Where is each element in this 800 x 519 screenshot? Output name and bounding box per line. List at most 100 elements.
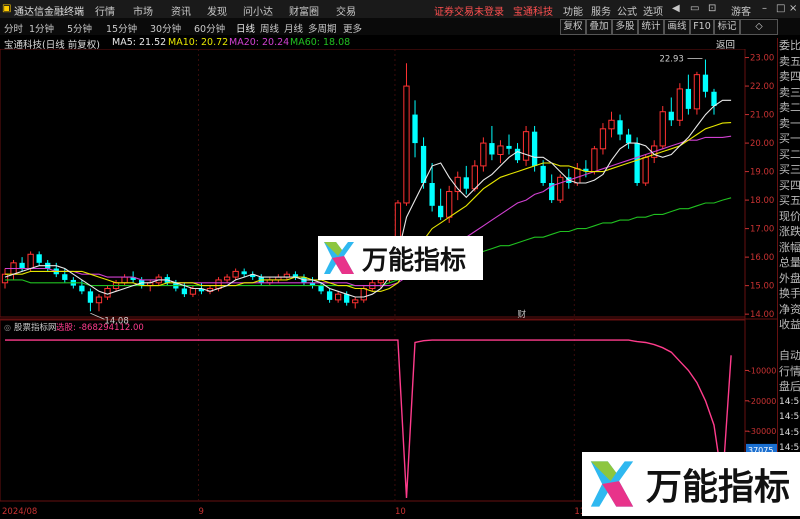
price-axis-label: 17.00 (750, 225, 774, 235)
period-monthly[interactable]: 月线 (284, 21, 303, 35)
side-panel-item[interactable]: 卖三 (778, 85, 800, 101)
side-panel-item[interactable]: 14:56 (778, 395, 800, 411)
watermark-text: 万能指标 (362, 245, 467, 276)
period-more[interactable]: 更多 (343, 21, 362, 35)
period-weekly[interactable]: 周线 (260, 21, 279, 35)
side-panel-item[interactable]: 买一 (778, 131, 800, 147)
menu-ask[interactable]: 问小达 (243, 3, 273, 18)
menu-service[interactable]: 服务 (591, 3, 611, 18)
period-daily[interactable]: 日线 (236, 21, 255, 35)
candle-body (104, 287, 111, 298)
screen-icon[interactable]: ▭ (690, 3, 699, 14)
menu-trade[interactable]: 交易 (336, 3, 356, 18)
price-axis-label: 22.00 (750, 82, 774, 92)
mark-button[interactable]: 标记 (714, 19, 740, 35)
overlay-button[interactable]: 叠加 (586, 19, 612, 35)
menu-formula[interactable]: 公式 (617, 3, 637, 18)
back-arrow-icon[interactable]: ◀ (672, 3, 680, 14)
candle-body (189, 287, 197, 295)
side-panel-item[interactable]: 卖二 (778, 100, 800, 116)
menu-quotes[interactable]: 行情 (95, 3, 115, 18)
price-axis-label: 18.00 (750, 196, 774, 206)
price-axis-label: 21.00 (750, 111, 774, 121)
candle-body (506, 145, 512, 149)
candle-body (62, 274, 68, 280)
guest-label[interactable]: 游客 (731, 3, 751, 18)
lock-icon[interactable]: ⊡ (708, 3, 716, 14)
side-panel-item[interactable]: 委比 (778, 38, 800, 54)
price-axis-label: 14.00 (750, 310, 774, 320)
menu-wealth[interactable]: 财富圈 (289, 3, 319, 18)
indicator-axis-label: -30000 (748, 427, 776, 436)
multi-stock-button[interactable]: 多股 (612, 19, 638, 35)
price-axis-label: 23.00 (750, 54, 774, 64)
side-panel-item[interactable]: 自动 (778, 348, 800, 364)
period-toolbar: 分时 1分钟 5分钟 15分钟 30分钟 60分钟 日线 周线 月线 多周期 更… (0, 18, 800, 35)
side-panel-item[interactable]: 换手 (778, 286, 800, 302)
login-notice[interactable]: 证券交易未登录 (434, 3, 504, 18)
menu-news[interactable]: 资讯 (171, 3, 191, 18)
side-panel-item[interactable]: 净资 (778, 302, 800, 318)
period-intraday[interactable]: 分时 (4, 21, 23, 35)
side-panel-item[interactable]: 盘后 (778, 379, 800, 395)
candle-body (471, 165, 478, 190)
candle-body (241, 271, 247, 275)
candle-body (334, 293, 342, 301)
ma10-value: MA10: 20.72 (168, 37, 229, 48)
period-5min[interactable]: 5分钟 (67, 21, 92, 35)
side-panel-item[interactable]: 14:56 (778, 426, 800, 442)
period-1min[interactable]: 1分钟 (29, 21, 54, 35)
diamond-button[interactable]: ◇ (740, 19, 778, 35)
period-30min[interactable]: 30分钟 (150, 21, 181, 35)
ma20-value: MA20: 20.24 (229, 37, 290, 48)
candle-body (540, 165, 546, 183)
ma-info-bar: 宝通科技(日线 前复权) MA5: 21.52 MA10: 20.72 MA20… (0, 35, 750, 51)
side-panel-item[interactable]: 外盘 (778, 271, 800, 287)
close-icon[interactable]: × (789, 3, 797, 14)
date-axis-label: 10 (395, 507, 406, 516)
side-panel-item[interactable]: 买四 (778, 178, 800, 194)
side-panel-item[interactable]: 卖一 (778, 116, 800, 132)
menu-market[interactable]: 市场 (133, 3, 153, 18)
side-panel-item[interactable] (778, 333, 800, 349)
high-annotation: 22.93 (659, 55, 683, 65)
kline-chart[interactable]: 23.00 22.00 21.00 20.00 19.00 18.00 17.00 16.00… (0, 49, 777, 516)
f10-button[interactable]: F10 (690, 19, 714, 35)
quote-side-panel: 委比 卖五 卖四 卖三 卖二 卖一 买一 买二 买三 买四 买五 现价 涨跌 涨幅 总量 外盘 换手 净资 收益自动… (777, 38, 800, 516)
period-15min[interactable]: 15分钟 (106, 21, 137, 35)
side-panel-item[interactable]: 买五 (778, 193, 800, 209)
candle-body (711, 91, 717, 107)
draw-line-button[interactable]: 画线 (664, 19, 690, 35)
price-axis-label: 16.00 (750, 253, 774, 263)
side-panel-item[interactable]: 收益 (778, 317, 800, 333)
side-panel-item[interactable]: 现价 (778, 209, 800, 225)
candle-body (181, 288, 188, 295)
menu-options[interactable]: 选项 (643, 3, 663, 18)
minimize-icon[interactable]: – (762, 3, 767, 14)
side-panel-item[interactable]: 总量 (778, 255, 800, 271)
period-multi[interactable]: 多周期 (308, 21, 337, 35)
menu-discover[interactable]: 发现 (207, 3, 227, 18)
side-panel-item[interactable]: 涨跌 (778, 224, 800, 240)
maximize-icon[interactable]: □ (776, 3, 785, 14)
price-axis-label: 20.00 (750, 139, 774, 149)
candle-body (625, 134, 632, 144)
menu-function[interactable]: 功能 (563, 3, 583, 18)
side-panel-item[interactable]: 行情 (778, 364, 800, 380)
side-panel-item[interactable]: 14:56 (778, 410, 800, 426)
candle-body (599, 128, 607, 150)
candle-body (497, 145, 504, 155)
candle-body (574, 168, 581, 184)
side-panel-item[interactable]: 买二 (778, 147, 800, 163)
side-panel-item[interactable]: 涨幅 (778, 240, 800, 256)
candle-body (480, 142, 487, 167)
side-panel-item[interactable]: 买三 (778, 162, 800, 178)
candle-body (19, 262, 25, 269)
side-panel-item[interactable]: 卖四 (778, 69, 800, 85)
period-60min[interactable]: 60分钟 (194, 21, 225, 35)
statistics-button[interactable]: 统计 (638, 19, 664, 35)
candle-body (531, 131, 538, 166)
indicator-axis-label: -10000 (748, 366, 776, 375)
side-panel-item[interactable]: 卖五 (778, 54, 800, 70)
adjust-button[interactable]: 复权 (560, 19, 586, 35)
